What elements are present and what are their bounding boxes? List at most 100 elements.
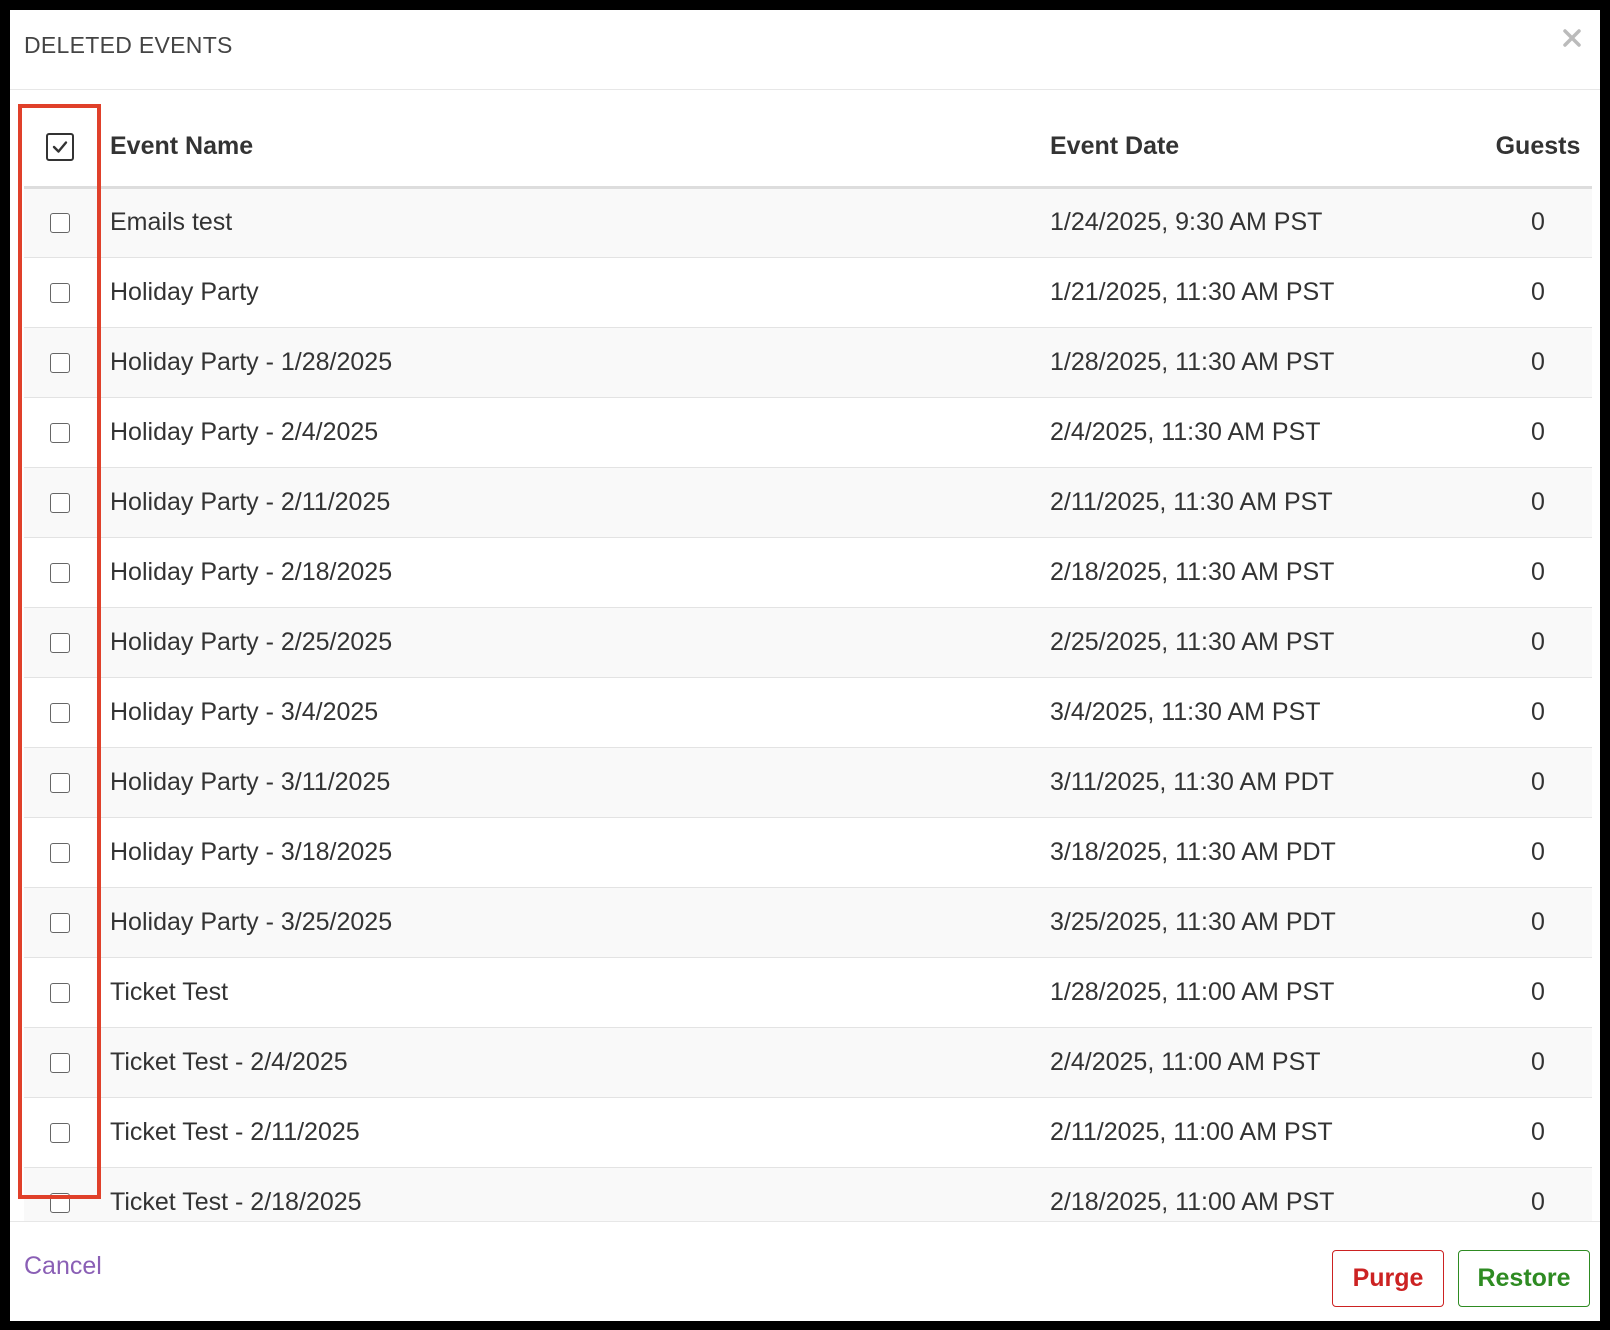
guests-count-cell: 0	[1531, 1187, 1545, 1216]
event-date-cell: 3/11/2025, 11:30 AM PDT	[1050, 767, 1334, 796]
guests-count-cell: 0	[1531, 697, 1545, 726]
event-name-cell: Holiday Party - 2/25/2025	[110, 627, 393, 656]
guests-count-cell: 0	[1531, 1117, 1545, 1146]
event-name-cell: Emails test	[110, 208, 233, 236]
row-select-cell	[24, 677, 96, 747]
table-row[interactable]: Holiday Party - 2/4/2025 2/4/2025, 11:30 …	[24, 397, 1592, 467]
event-date-cell: 2/11/2025, 11:30 AM PST	[1050, 487, 1333, 516]
table-row[interactable]: Ticket Test - 2/11/2025 2/11/2025, 11:00 …	[24, 1097, 1592, 1167]
deleted-events-table: Event Name Event Date Guests Emails test…	[24, 107, 1592, 1221]
event-name-cell: Holiday Party - 3/25/2025	[110, 907, 393, 936]
event-name-cell: Ticket Test - 2/11/2025	[110, 1117, 360, 1146]
event-date-cell: 3/25/2025, 11:30 AM PDT	[1050, 907, 1336, 936]
row-checkbox[interactable]	[50, 702, 70, 723]
table-row[interactable]: Holiday Party - 2/18/2025 2/18/2025, 11:3…	[24, 537, 1592, 607]
event-date-cell: 2/4/2025, 11:30 AM PST	[1050, 417, 1321, 446]
guests-count-cell: 0	[1531, 208, 1545, 236]
table-row[interactable]: Holiday Party - 1/28/2025 1/28/2025, 11:3…	[24, 327, 1592, 397]
guests-count-cell: 0	[1531, 767, 1545, 796]
guests-count-cell: 0	[1531, 907, 1545, 936]
event-name-cell: Holiday Party - 1/28/2025	[110, 347, 393, 376]
row-select-cell	[24, 1167, 96, 1221]
table-body: Emails test 1/24/2025, 9:30 AM PST 0 Holida…	[24, 187, 1592, 1221]
event-name-cell: Holiday Party - 3/4/2025	[110, 697, 379, 726]
row-checkbox[interactable]	[50, 772, 70, 793]
event-date-cell: 1/28/2025, 11:00 AM PST	[1050, 977, 1335, 1006]
event-name-cell: Ticket Test - 2/4/2025	[110, 1047, 348, 1076]
guests-count-cell: 0	[1531, 837, 1545, 866]
row-select-cell	[24, 607, 96, 677]
table-row[interactable]: Holiday Party - 3/4/2025 3/4/2025, 11:30 …	[24, 677, 1592, 747]
row-select-cell	[24, 187, 96, 257]
event-date-cell: 1/28/2025, 11:30 AM PST	[1050, 347, 1335, 376]
row-checkbox[interactable]	[50, 422, 70, 443]
events-table-scroll-area[interactable]: Event Name Event Date Guests Emails test…	[24, 107, 1592, 1221]
select-all-cell	[24, 107, 96, 189]
row-select-cell	[24, 747, 96, 817]
event-name-cell: Ticket Test - 2/18/2025	[110, 1187, 362, 1216]
table-row[interactable]: Holiday Party 1/21/2025, 11:30 AM PST 0	[24, 257, 1592, 327]
guests-count-cell: 0	[1531, 977, 1545, 1006]
guests-count-cell: 0	[1531, 487, 1545, 516]
row-checkbox[interactable]	[50, 282, 70, 303]
checkmark-icon	[52, 141, 68, 153]
row-checkbox[interactable]	[50, 213, 70, 234]
select-all-checkbox[interactable]	[46, 132, 74, 161]
event-name-cell: Holiday Party - 3/18/2025	[110, 837, 393, 866]
event-name-cell: Ticket Test	[110, 977, 229, 1006]
event-name-cell: Holiday Party - 2/4/2025	[110, 417, 379, 446]
modal-header: DELETED EVENTS	[10, 10, 1600, 90]
row-select-cell	[24, 1027, 96, 1097]
table-row[interactable]: Holiday Party - 3/18/2025 3/18/2025, 11:3…	[24, 817, 1592, 887]
row-select-cell	[24, 817, 96, 887]
guests-count-cell: 0	[1531, 277, 1545, 306]
event-date-cell: 1/21/2025, 11:30 AM PST	[1050, 277, 1335, 306]
row-checkbox[interactable]	[50, 352, 70, 373]
row-select-cell	[24, 257, 96, 327]
column-header-event-date[interactable]: Event Date	[1050, 107, 1470, 189]
close-icon[interactable]	[1560, 26, 1584, 50]
event-name-cell: Holiday Party - 2/18/2025	[110, 557, 393, 586]
guests-count-cell: 0	[1531, 1047, 1545, 1076]
row-checkbox[interactable]	[50, 492, 70, 513]
guests-count-cell: 0	[1531, 627, 1545, 656]
table-row[interactable]: Holiday Party - 3/25/2025 3/25/2025, 11:3…	[24, 887, 1592, 957]
row-checkbox[interactable]	[50, 912, 70, 933]
event-name-cell: Holiday Party - 2/11/2025	[110, 487, 391, 516]
event-date-cell: 2/25/2025, 11:30 AM PST	[1050, 627, 1335, 656]
cancel-link[interactable]: Cancel	[24, 1252, 102, 1281]
table-row[interactable]: Ticket Test - 2/4/2025 2/4/2025, 11:00 AM…	[24, 1027, 1592, 1097]
row-select-cell	[24, 537, 96, 607]
event-date-cell: 3/18/2025, 11:30 AM PDT	[1050, 837, 1336, 866]
purge-button[interactable]: Purge	[1332, 1250, 1444, 1307]
column-header-event-name[interactable]: Event Name	[96, 107, 1050, 189]
table-row[interactable]: Holiday Party - 2/25/2025 2/25/2025, 11:3…	[24, 607, 1592, 677]
row-checkbox[interactable]	[50, 1192, 70, 1213]
event-date-cell: 2/18/2025, 11:00 AM PST	[1050, 1187, 1335, 1216]
modal-footer: Cancel Purge Restore	[10, 1221, 1600, 1321]
row-checkbox[interactable]	[50, 982, 70, 1003]
row-select-cell	[24, 957, 96, 1027]
row-checkbox[interactable]	[50, 842, 70, 863]
event-date-cell: 2/4/2025, 11:00 AM PST	[1050, 1047, 1321, 1076]
table-row[interactable]: Holiday Party - 3/11/2025 3/11/2025, 11:3…	[24, 747, 1592, 817]
row-select-cell	[24, 467, 96, 537]
table-row[interactable]: Holiday Party - 2/11/2025 2/11/2025, 11:3…	[24, 467, 1592, 537]
event-date-cell: 1/24/2025, 9:30 AM PST	[1050, 208, 1323, 236]
row-checkbox[interactable]	[50, 632, 70, 653]
event-date-cell: 3/4/2025, 11:30 AM PST	[1050, 697, 1321, 726]
column-header-guests[interactable]: Guests	[1470, 107, 1592, 189]
modal-title: DELETED EVENTS	[24, 32, 233, 58]
restore-button[interactable]: Restore	[1458, 1250, 1590, 1307]
table-row[interactable]: Ticket Test - 2/18/2025 2/18/2025, 11:00 …	[24, 1167, 1592, 1221]
row-checkbox[interactable]	[50, 562, 70, 583]
row-checkbox[interactable]	[50, 1052, 70, 1073]
table-row[interactable]: Ticket Test 1/28/2025, 11:00 AM PST 0	[24, 957, 1592, 1027]
row-select-cell	[24, 1097, 96, 1167]
event-name-cell: Holiday Party	[110, 277, 259, 306]
table-row[interactable]: Emails test 1/24/2025, 9:30 AM PST 0	[24, 187, 1592, 257]
row-checkbox[interactable]	[50, 1122, 70, 1143]
table-header-row: Event Name Event Date Guests	[24, 107, 1592, 189]
guests-count-cell: 0	[1531, 557, 1545, 586]
row-select-cell	[24, 887, 96, 957]
